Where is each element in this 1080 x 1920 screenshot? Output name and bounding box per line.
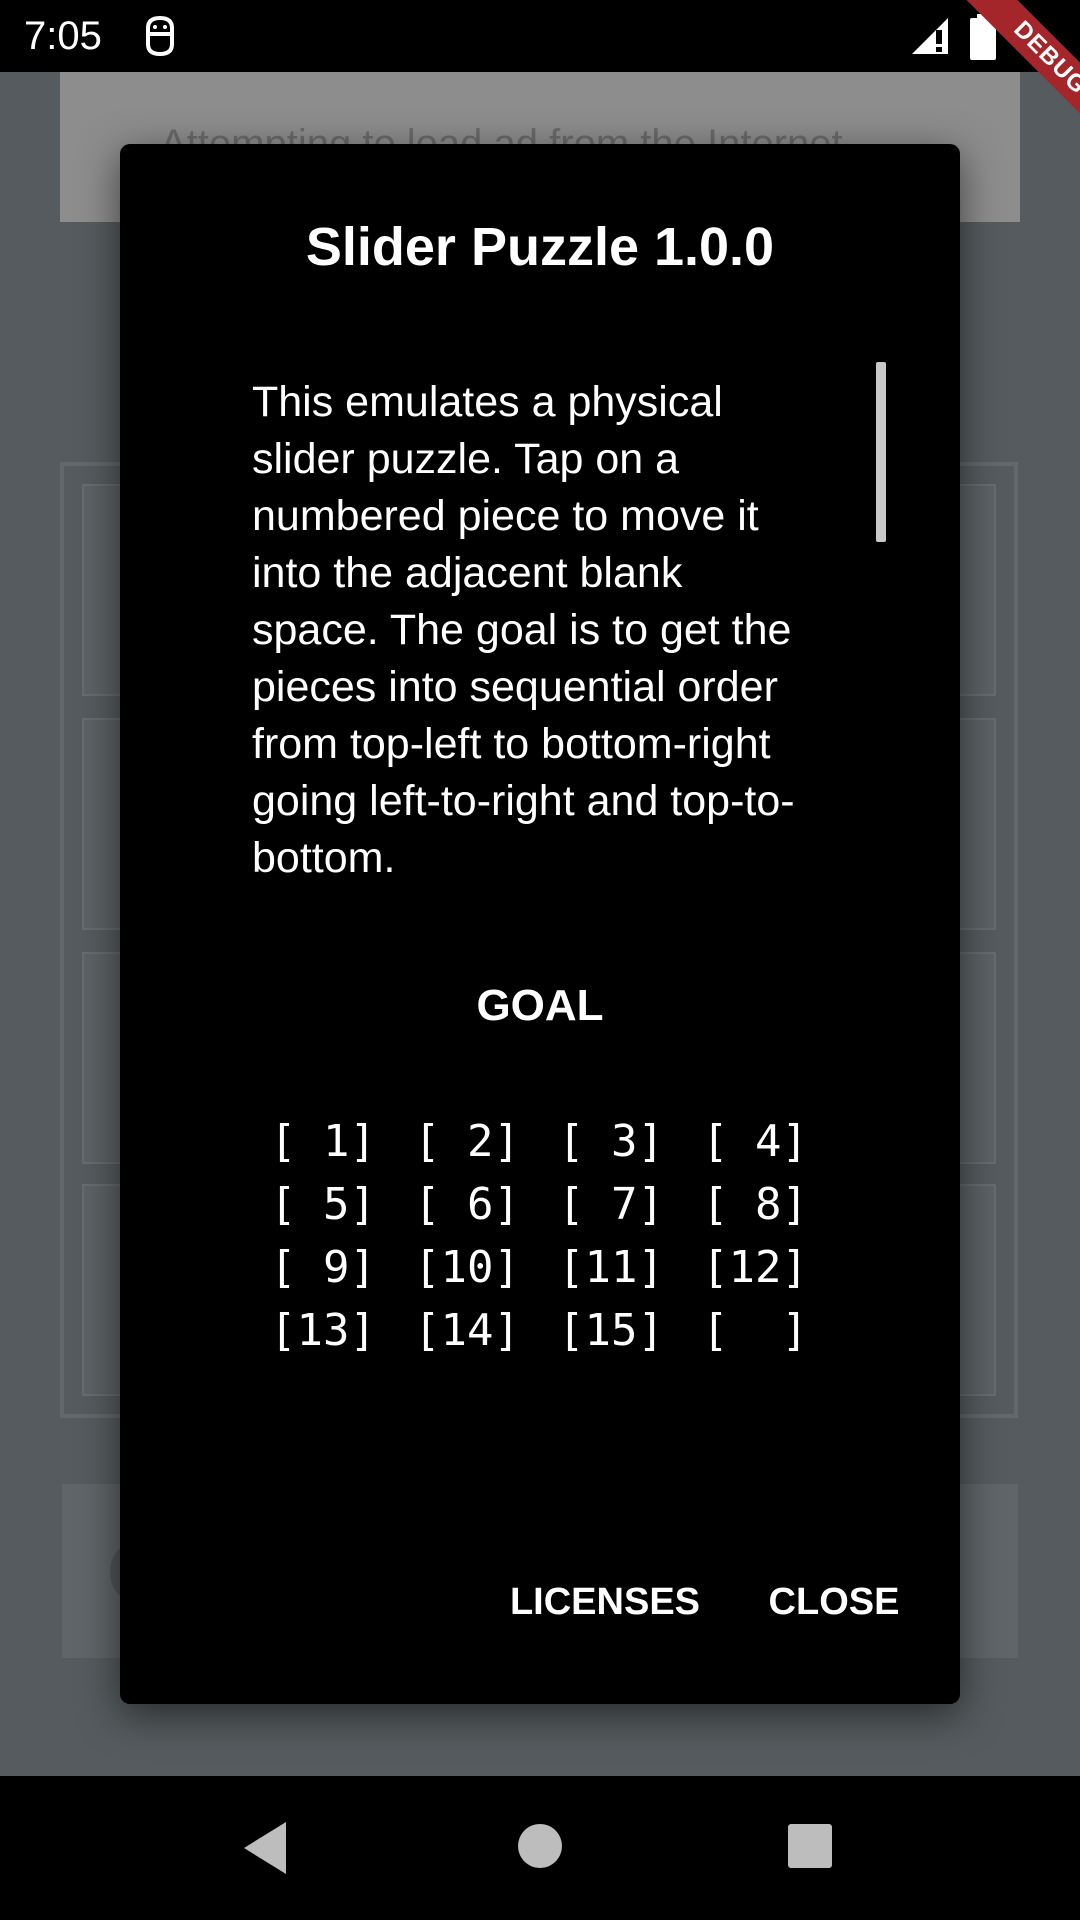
goal-cell: [ 3] [558, 1116, 664, 1167]
goal-cell: [ 9] [270, 1242, 376, 1293]
goal-cell: [ 1] [270, 1116, 376, 1167]
navigation-bar [0, 1776, 1080, 1920]
goal-cell: [11] [558, 1242, 664, 1293]
goal-cell: [ 6] [414, 1179, 520, 1230]
status-time: 7:05 [24, 14, 102, 58]
goal-cell: [ 4] [702, 1116, 808, 1167]
dialog-description: This emulates a physical slider puzzle. … [252, 378, 795, 882]
dialog-title: Slider Puzzle 1.0.0 [305, 217, 775, 277]
goal-cell: [ 8] [702, 1179, 808, 1230]
goal-cell: [ 7] [558, 1179, 664, 1230]
goal-grid: [ 1] [ 2] [ 3] [ 4] [ 5] [ 6] [ 7] [ 8] … [270, 1110, 810, 1362]
goal-cell: [ 2] [414, 1116, 520, 1167]
home-circle-icon[interactable] [516, 1822, 564, 1870]
close-button[interactable]: CLOSE [760, 1566, 908, 1638]
dialog-scrollbar[interactable] [876, 362, 886, 542]
goal-cell: [15] [558, 1305, 664, 1356]
status-bar: 7:05 [0, 0, 1080, 72]
goal-cell: [13] [270, 1305, 376, 1356]
goal-heading: GOAL [476, 981, 604, 1030]
goal-cell: [12] [702, 1242, 808, 1293]
goal-cell: [10] [414, 1242, 520, 1293]
goal-cell: [14] [414, 1305, 520, 1356]
licenses-button[interactable]: LICENSES [505, 1566, 705, 1638]
recents-square-icon[interactable] [786, 1822, 834, 1870]
about-dialog: Slider Puzzle 1.0.0 This emulates a phys… [120, 144, 960, 1704]
android-debug-icon [146, 15, 174, 57]
goal-cell: [ 5] [270, 1179, 376, 1230]
back-triangle-icon[interactable] [240, 1820, 290, 1876]
cell-signal-icon [912, 18, 948, 54]
goal-cell: [ ] [702, 1305, 808, 1356]
